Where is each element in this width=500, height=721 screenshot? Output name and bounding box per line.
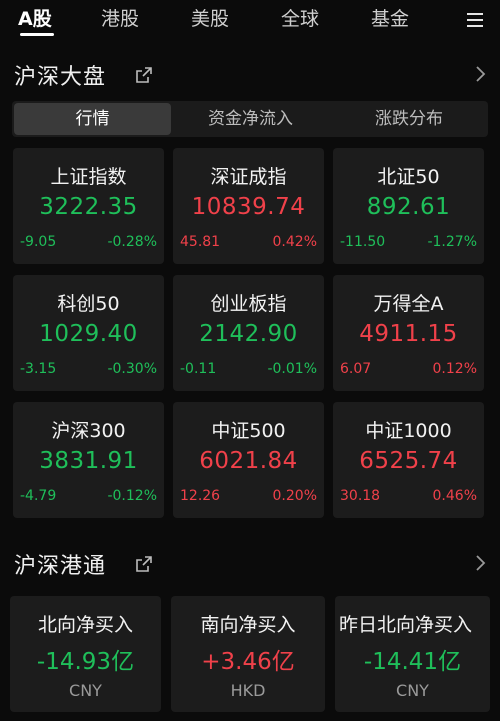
index-card-csi500[interactable]: 中证500 6021.84 12.26 0.20% — [173, 402, 324, 518]
index-change: 45.81 — [180, 234, 221, 250]
index-price: 3831.91 — [39, 448, 138, 474]
index-name: 科创50 — [57, 293, 120, 315]
index-name: 沪深300 — [51, 420, 126, 442]
index-price: 2142.90 — [199, 321, 298, 347]
stock-connect-header[interactable]: 沪深港通 — [14, 548, 486, 584]
index-change: 30.18 — [340, 488, 381, 504]
index-price: 3222.35 — [39, 194, 138, 220]
market-tab-bar: A股 港股 美股 全球 基金 — [0, 0, 500, 40]
index-card-sse[interactable]: 上证指数 3222.35 -9.05 -0.28% — [13, 148, 164, 264]
index-price: 6021.84 — [199, 448, 298, 474]
flow-card-southbound[interactable]: 南向净买入 +3.46亿 HKD — [171, 596, 325, 712]
segment-quotes[interactable]: 行情 — [14, 103, 171, 135]
external-link-icon[interactable] — [134, 554, 154, 574]
index-change: 12.26 — [180, 488, 221, 504]
tab-global[interactable]: 全球 — [281, 4, 319, 31]
index-card-bse50[interactable]: 北证50 892.61 -11.50 -1.27% — [333, 148, 484, 264]
index-change-pct: 0.46% — [432, 488, 477, 504]
flow-card-northbound[interactable]: 北向净买入 -14.93亿 CNY — [10, 596, 161, 712]
flow-name: 北向净买入 — [37, 614, 133, 636]
index-name: 中证1000 — [365, 420, 452, 442]
segment-net-inflow[interactable]: 资金净流入 — [171, 101, 330, 137]
index-name: 万得全A — [373, 293, 444, 315]
index-change-pct: 0.20% — [272, 488, 317, 504]
index-price: 10839.74 — [191, 194, 306, 220]
index-price: 1029.40 — [39, 321, 138, 347]
menu-icon[interactable] — [464, 9, 486, 31]
flow-currency: CNY — [396, 681, 429, 700]
index-card-szse[interactable]: 深证成指 10839.74 45.81 0.42% — [173, 148, 324, 264]
index-price: 4911.15 — [359, 321, 458, 347]
flow-value: +3.46亿 — [201, 649, 295, 675]
index-card-star50[interactable]: 科创50 1029.40 -3.15 -0.30% — [13, 275, 164, 391]
chevron-right-icon[interactable] — [474, 553, 486, 573]
index-change-pct: -0.30% — [107, 361, 157, 377]
index-name: 北证50 — [377, 166, 440, 188]
section-title-market: 沪深大盘 — [14, 65, 107, 90]
index-card-chinext[interactable]: 创业板指 2142.90 -0.11 -0.01% — [173, 275, 324, 391]
tab-hk-stocks[interactable]: 港股 — [101, 4, 139, 31]
index-change: -0.11 — [180, 361, 217, 377]
index-change: -9.05 — [20, 234, 57, 250]
index-change: -4.79 — [20, 488, 57, 504]
tab-us-stocks[interactable]: 美股 — [191, 4, 229, 31]
index-change: 6.07 — [340, 361, 372, 377]
index-change-pct: 0.42% — [272, 234, 317, 250]
active-tab-indicator — [20, 33, 54, 36]
index-card-wind-all-a[interactable]: 万得全A 4911.15 6.07 0.12% — [333, 275, 484, 391]
flow-value: -14.41亿 — [363, 649, 462, 675]
index-price: 6525.74 — [359, 448, 458, 474]
index-change-pct: 0.12% — [432, 361, 477, 377]
flow-currency: CNY — [69, 681, 102, 700]
external-link-icon[interactable] — [134, 65, 154, 85]
market-overview-header[interactable]: 沪深大盘 — [14, 59, 486, 95]
index-change-pct: -1.27% — [427, 234, 477, 250]
index-change-pct: -0.12% — [107, 488, 157, 504]
index-name: 创业板指 — [210, 293, 287, 315]
index-change-pct: -0.01% — [267, 361, 317, 377]
flow-name: 昨日北向净买入 — [339, 614, 473, 636]
market-view-segmented-control: 行情 资金净流入 涨跌分布 — [12, 101, 488, 137]
index-name: 中证500 — [211, 420, 286, 442]
tab-a-shares[interactable]: A股 — [18, 4, 52, 31]
flow-value: -14.93亿 — [36, 649, 135, 675]
flow-card-prev-northbound[interactable]: 昨日北向净买入 -14.41亿 CNY — [335, 596, 490, 712]
tab-funds[interactable]: 基金 — [371, 4, 409, 31]
index-price: 892.61 — [366, 194, 451, 220]
index-card-csi1000[interactable]: 中证1000 6525.74 30.18 0.46% — [333, 402, 484, 518]
chevron-right-icon[interactable] — [474, 64, 486, 84]
index-change: -3.15 — [20, 361, 57, 377]
segment-distribution[interactable]: 涨跌分布 — [330, 101, 488, 137]
index-name: 上证指数 — [50, 166, 127, 188]
index-change: -11.50 — [340, 234, 386, 250]
index-card-csi300[interactable]: 沪深300 3831.91 -4.79 -0.12% — [13, 402, 164, 518]
flow-currency: HKD — [230, 681, 266, 700]
index-change-pct: -0.28% — [107, 234, 157, 250]
index-name: 深证成指 — [210, 166, 287, 188]
flow-name: 南向净买入 — [200, 614, 296, 636]
section-title-stock-connect: 沪深港通 — [14, 554, 107, 579]
